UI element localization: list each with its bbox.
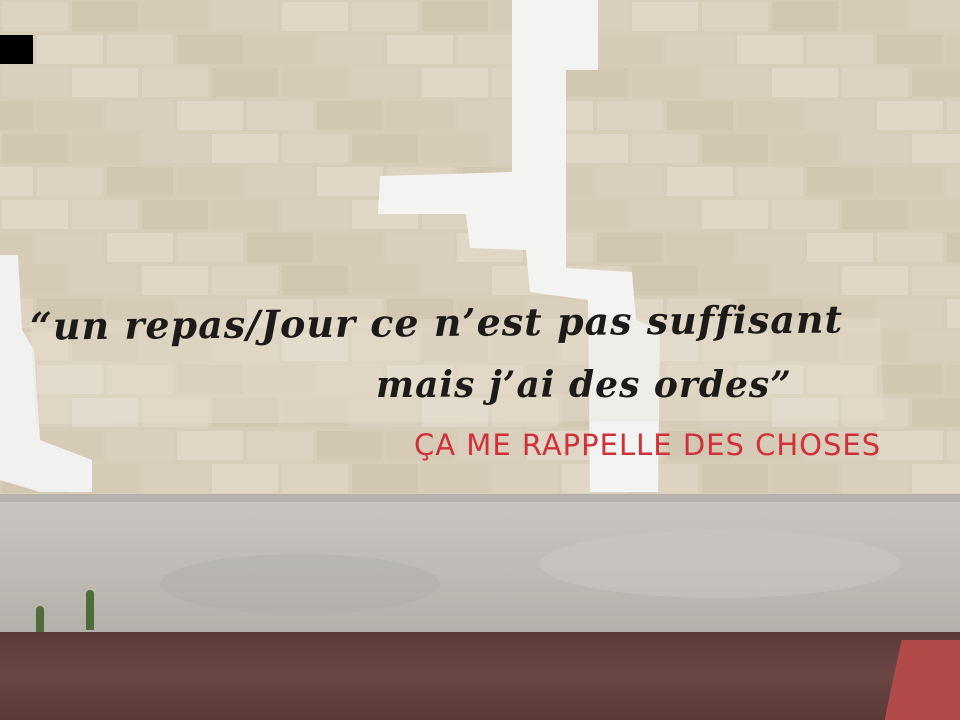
weed: [36, 606, 44, 634]
weed: [86, 590, 94, 630]
white-paint-patch: [0, 0, 884, 492]
red-pavement: [0, 632, 960, 720]
graffiti-red-line: ÇA ME RAPPELLE DES CHOSES: [414, 428, 882, 462]
street-scene: “un repas/Jour ce n’est pas suffisant ma…: [0, 0, 960, 720]
graffiti-line-2: mais j’ai des ordes”: [376, 364, 792, 406]
base-stains: [0, 494, 960, 614]
graffiti-line-1: “un repas/Jour ce n’est pas suffisant: [29, 296, 844, 349]
